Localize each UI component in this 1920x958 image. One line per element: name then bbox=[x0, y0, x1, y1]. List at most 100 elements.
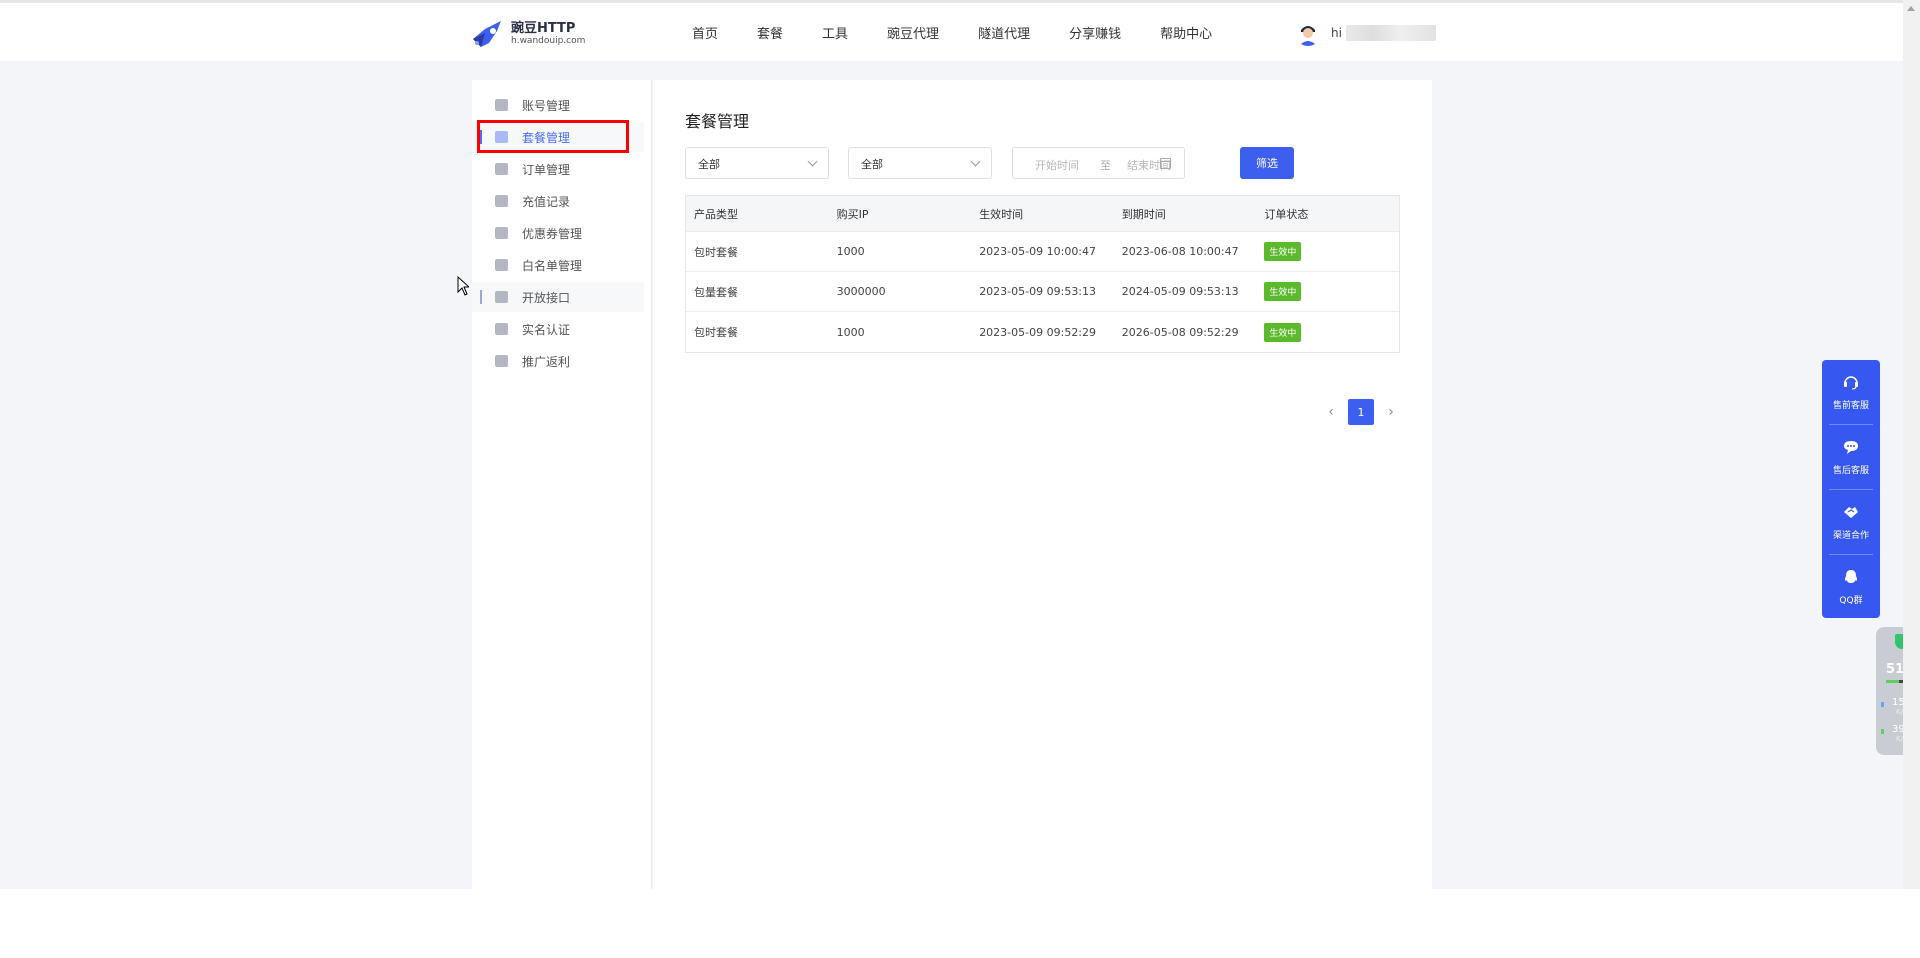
user-list-icon bbox=[495, 259, 508, 271]
chevron-down-icon bbox=[970, 156, 981, 167]
download-arrow-icon bbox=[1881, 729, 1884, 734]
sidebar-item-label: 推广返利 bbox=[522, 354, 571, 369]
cell-product-type: 包时套餐 bbox=[694, 245, 738, 259]
cell-product-type: 包时套餐 bbox=[694, 326, 738, 339]
channel-partnership-button[interactable]: 渠道合作 bbox=[1822, 490, 1880, 554]
user-menu[interactable]: hi bbox=[1295, 20, 1436, 46]
cell-start-time: 2023-05-09 10:00:47 bbox=[979, 245, 1097, 258]
presales-support-button[interactable]: 售前客服 bbox=[1822, 360, 1880, 424]
hover-indicator bbox=[480, 290, 482, 304]
nav-share-earn[interactable]: 分享赚钱 bbox=[1069, 23, 1121, 42]
column-header: 购买IP bbox=[836, 207, 869, 221]
column-header: 产品类型 bbox=[694, 207, 738, 221]
table-row: 包时套餐 1000 2023-05-09 09:52:29 2026-05-08… bbox=[686, 312, 1399, 352]
aftersales-support-button[interactable]: 售后客服 bbox=[1822, 425, 1880, 489]
highlight-annotation-box bbox=[477, 120, 629, 153]
cell-ip-count: 3000000 bbox=[836, 285, 886, 298]
avatar[interactable] bbox=[1295, 20, 1321, 46]
status-badge: 生效中 bbox=[1264, 322, 1302, 342]
floating-service-panel: 售前客服 售后客服 渠道合作 QQ群 bbox=[1822, 360, 1880, 618]
status-select[interactable]: 全部 bbox=[848, 147, 992, 179]
brand-name: 豌豆HTTP bbox=[511, 21, 576, 36]
main-nav: 首页 套餐 工具 豌豆代理 隧道代理 分享赚钱 帮助中心 bbox=[692, 23, 1251, 42]
start-date-input[interactable]: 开始时间 bbox=[1035, 157, 1079, 173]
scroll-up-arrow-icon[interactable] bbox=[1907, 6, 1915, 11]
sidebar-item-label: 订单管理 bbox=[522, 162, 571, 177]
table-row: 包量套餐 3000000 2023-05-09 09:53:13 2024-05… bbox=[686, 272, 1399, 312]
user-greeting: hi bbox=[1331, 26, 1342, 40]
table-header: 产品类型 购买IP 生效时间 到期时间 订单状态 bbox=[686, 196, 1399, 232]
page-title: 套餐管理 bbox=[685, 112, 750, 131]
chevron-down-icon bbox=[807, 156, 818, 167]
date-separator: 至 bbox=[1100, 159, 1111, 172]
status-badge: 生效中 bbox=[1264, 282, 1302, 301]
panel-item-label: 渠道合作 bbox=[1832, 531, 1869, 541]
column-header: 订单状态 bbox=[1264, 207, 1309, 221]
sidebar-item-referral[interactable]: 推广返利 bbox=[472, 346, 644, 376]
money-bag-icon bbox=[495, 195, 508, 207]
nav-home[interactable]: 首页 bbox=[692, 23, 718, 42]
pagination: ‹ 1 › bbox=[1321, 399, 1401, 425]
cell-status: 生效中 bbox=[1256, 282, 1399, 301]
sidebar: 账号管理 套餐管理 订单管理 充值记录 优惠券管理 白名单管理 开放接口 实名认… bbox=[472, 80, 652, 889]
select-value: 全部 bbox=[698, 158, 720, 171]
status-badge: 生效中 bbox=[1264, 242, 1302, 261]
sidebar-item-coupons[interactable]: 优惠券管理 bbox=[472, 218, 644, 248]
cell-product-type: 包量套餐 bbox=[694, 285, 738, 299]
cell-ip-count: 1000 bbox=[836, 245, 865, 258]
cell-start-time: 2023-05-09 09:52:29 bbox=[979, 325, 1097, 339]
monitor-icon bbox=[495, 99, 508, 111]
chat-bubble-icon bbox=[1844, 441, 1858, 454]
nav-wandou-proxy[interactable]: 豌豆代理 bbox=[887, 23, 939, 42]
pea-logo-icon bbox=[471, 19, 505, 49]
vertical-scrollbar[interactable] bbox=[1903, 0, 1920, 889]
panel-item-label: 售前客服 bbox=[1832, 401, 1869, 411]
cell-status: 生效中 bbox=[1256, 242, 1399, 261]
nav-packages[interactable]: 套餐 bbox=[757, 23, 783, 42]
sidebar-item-realname[interactable]: 实名认证 bbox=[472, 314, 644, 344]
nav-tunnel-proxy[interactable]: 隧道代理 bbox=[978, 23, 1030, 42]
sidebar-item-recharge[interactable]: 充值记录 bbox=[472, 186, 644, 216]
sidebar-item-label: 白名单管理 bbox=[522, 258, 583, 273]
headset-icon bbox=[1844, 376, 1858, 390]
panel-item-label: QQ群 bbox=[1839, 596, 1863, 606]
cell-start-time: 2023-05-09 09:53:13 bbox=[979, 285, 1097, 298]
sidebar-item-orders[interactable]: 订单管理 bbox=[472, 154, 644, 184]
select-value: 全部 bbox=[861, 158, 883, 171]
brand-url: h.wandouip.com bbox=[511, 36, 586, 46]
next-page-button[interactable]: › bbox=[1381, 404, 1401, 420]
cell-end-time: 2026-05-08 09:52:29 bbox=[1121, 325, 1239, 339]
nav-help[interactable]: 帮助中心 bbox=[1160, 23, 1212, 42]
sidebar-item-label: 开放接口 bbox=[522, 290, 571, 305]
packages-table: 产品类型 购买IP 生效时间 到期时间 订单状态 包时套餐 1000 2023-… bbox=[685, 195, 1400, 353]
logo[interactable]: 豌豆HTTP h.wandouip.com bbox=[471, 19, 585, 49]
sidebar-item-api[interactable]: 开放接口 bbox=[472, 282, 644, 312]
logo-text: 豌豆HTTP h.wandouip.com bbox=[511, 21, 585, 47]
filter-button[interactable]: 筛选 bbox=[1240, 147, 1294, 179]
prev-page-button[interactable]: ‹ bbox=[1321, 404, 1341, 420]
page-footer-area bbox=[0, 889, 1920, 958]
header: 豌豆HTTP h.wandouip.com 首页 套餐 工具 豌豆代理 隧道代理… bbox=[0, 3, 1903, 61]
qq-group-button[interactable]: QQ群 bbox=[1822, 555, 1880, 619]
cell-status: 生效中 bbox=[1256, 322, 1399, 342]
sliders-icon bbox=[495, 291, 508, 303]
column-header: 到期时间 bbox=[1121, 207, 1166, 221]
table-row: 包时套餐 1000 2023-05-09 10:00:47 2023-06-08… bbox=[686, 232, 1399, 272]
sidebar-item-whitelist[interactable]: 白名单管理 bbox=[472, 250, 644, 280]
date-range-picker[interactable]: 开始时间 至 结束时间 bbox=[1012, 147, 1185, 179]
cell-end-time: 2024-05-09 09:53:13 bbox=[1121, 285, 1239, 298]
sidebar-item-account[interactable]: 账号管理 bbox=[472, 90, 644, 120]
sidebar-item-label: 充值记录 bbox=[522, 194, 571, 209]
sidebar-item-label: 账号管理 bbox=[522, 98, 571, 113]
nav-tools[interactable]: 工具 bbox=[822, 23, 848, 42]
cell-ip-count: 1000 bbox=[836, 325, 865, 339]
calendar-icon bbox=[1160, 158, 1171, 169]
blurred-username bbox=[1345, 25, 1436, 41]
sidebar-item-label: 优惠券管理 bbox=[522, 226, 583, 241]
page-button-current[interactable]: 1 bbox=[1348, 399, 1374, 425]
cell-end-time: 2023-06-08 10:00:47 bbox=[1121, 245, 1239, 258]
product-type-select[interactable]: 全部 bbox=[685, 147, 829, 179]
column-header: 生效时间 bbox=[979, 207, 1024, 221]
mouse-cursor-icon bbox=[457, 276, 469, 296]
megaphone-icon bbox=[495, 355, 508, 367]
